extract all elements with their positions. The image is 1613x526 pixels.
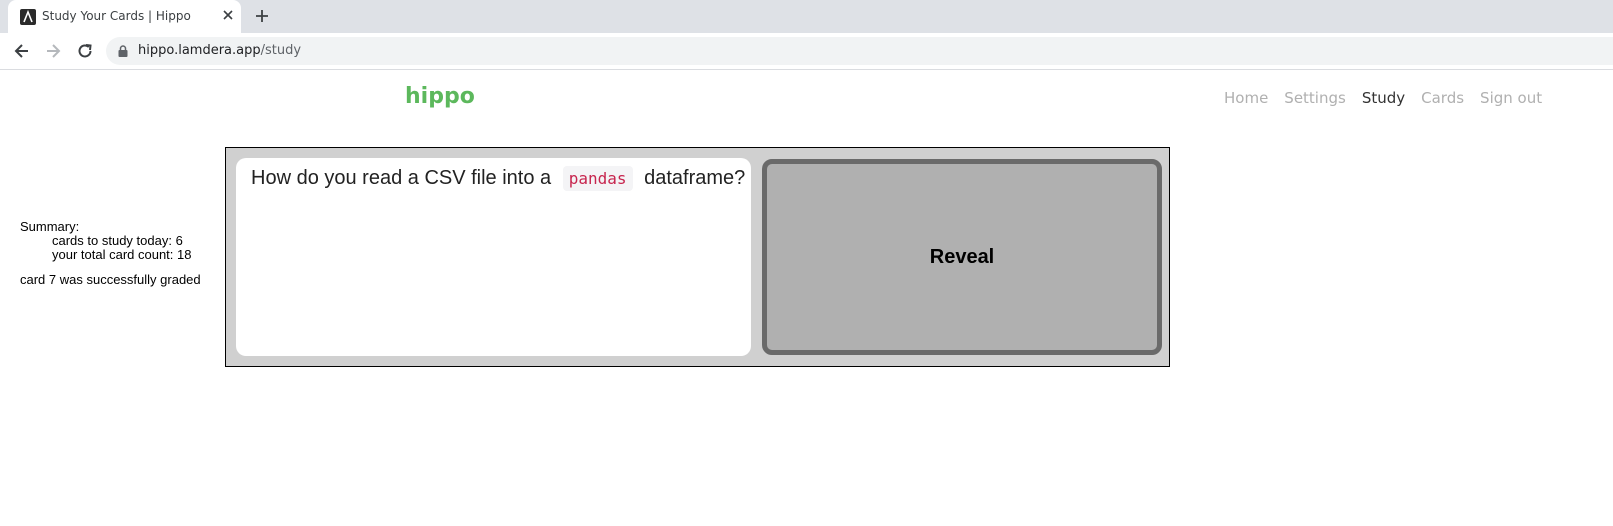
address-bar[interactable]: hippo.lamdera.app/study bbox=[106, 37, 1613, 65]
reload-icon[interactable] bbox=[75, 41, 95, 61]
nav-study[interactable]: Study bbox=[1362, 89, 1405, 107]
new-tab-icon[interactable] bbox=[253, 7, 271, 25]
tab-title: Study Your Cards | Hippo bbox=[42, 9, 191, 23]
summary-heading: Summary: bbox=[20, 219, 80, 234]
total-card-count: your total card count: 18 bbox=[52, 247, 192, 262]
cards-today-count: cards to study today: 6 bbox=[52, 233, 183, 248]
reveal-button[interactable]: Reveal bbox=[762, 159, 1162, 355]
nav-settings[interactable]: Settings bbox=[1284, 89, 1346, 107]
nav-sign-out[interactable]: Sign out bbox=[1480, 89, 1542, 107]
flashcard: How do you read a CSV file into a pandas… bbox=[225, 147, 1170, 367]
nav-cards[interactable]: Cards bbox=[1421, 89, 1464, 107]
study-summary: Summary: cards to study today: 6 your to… bbox=[20, 220, 191, 262]
close-tab-icon[interactable] bbox=[220, 7, 236, 23]
favicon-icon bbox=[20, 9, 36, 25]
url-text: hippo.lamdera.app/study bbox=[138, 43, 301, 58]
brand-logo[interactable]: hippo bbox=[405, 84, 475, 109]
main-nav: Home Settings Study Cards Sign out bbox=[1224, 89, 1542, 107]
browser-tabstrip: Study Your Cards | Hippo bbox=[0, 0, 1613, 33]
browser-tab[interactable]: Study Your Cards | Hippo bbox=[8, 0, 241, 33]
question-code: pandas bbox=[562, 166, 633, 191]
question-text-before: How do you read a CSV file into a bbox=[251, 167, 552, 189]
browser-toolbar: hippo.lamdera.app/study bbox=[0, 33, 1613, 70]
nav-home[interactable]: Home bbox=[1224, 89, 1268, 107]
question-panel: How do you read a CSV file into a pandas… bbox=[236, 158, 751, 356]
graded-message: card 7 was successfully graded bbox=[20, 272, 201, 287]
url-path: /study bbox=[260, 43, 302, 58]
lock-icon bbox=[116, 44, 130, 58]
question-text-after: dataframe? bbox=[644, 167, 746, 189]
card-question: How do you read a CSV file into a pandas… bbox=[251, 166, 751, 191]
back-arrow-icon[interactable] bbox=[12, 41, 32, 61]
url-host: hippo.lamdera.app bbox=[138, 43, 261, 58]
forward-arrow-icon[interactable] bbox=[43, 41, 63, 61]
